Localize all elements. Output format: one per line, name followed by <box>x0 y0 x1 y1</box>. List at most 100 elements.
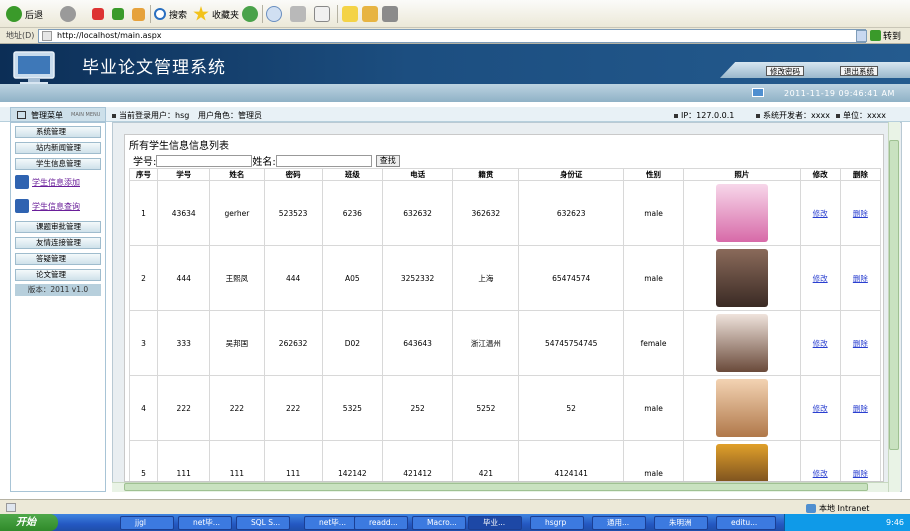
edit-link[interactable]: 修改 <box>813 209 828 218</box>
edit-page-icon <box>314 6 330 22</box>
mail-button[interactable] <box>266 5 282 23</box>
col-edit: 修改 <box>799 168 841 181</box>
cell-phone: 643643 <box>381 310 454 376</box>
cell-no: 111 <box>157 440 211 481</box>
current-user: 当前登录用户：hsg <box>112 110 189 121</box>
sidebar-item-links[interactable]: 友情连接管理 <box>15 237 101 249</box>
vertical-scroll-thumb[interactable] <box>889 140 899 450</box>
page-icon <box>42 31 52 41</box>
cell-id: 54745754745 <box>518 310 624 376</box>
forward-arrow-icon <box>60 6 76 22</box>
sidebar-link-add-student[interactable]: 学生信息添加 <box>15 174 80 190</box>
go-button[interactable]: 转到 <box>870 29 901 42</box>
taskbar-button[interactable]: 毕业... <box>468 516 522 530</box>
cell-pwd: 262632 <box>263 310 323 376</box>
taskbar-button[interactable]: 通用... <box>592 516 646 530</box>
start-button[interactable]: 开始 <box>0 514 58 531</box>
cell-pwd: 523523 <box>263 180 323 246</box>
sidebar-item-qa[interactable]: 答疑管理 <box>15 253 101 265</box>
cell-phone: 421412 <box>381 440 454 481</box>
taskbar-button[interactable]: Macro... <box>412 516 466 530</box>
content-frame: 所有学生信息信息列表 学号: 姓名: 查找 序号 学号 姓名 密码 班级 电话 … <box>124 134 884 482</box>
taskbar-button[interactable]: hsgrp <box>530 516 584 530</box>
taskbar-button[interactable]: 朱明洲 <box>654 516 708 530</box>
note-icon <box>342 6 358 22</box>
edit-link[interactable]: 修改 <box>813 274 828 283</box>
edit-link[interactable]: 修改 <box>813 469 828 478</box>
header-info-bar <box>0 84 910 102</box>
sidebar-item-system[interactable]: 系统管理 <box>15 126 101 138</box>
edit-link[interactable]: 修改 <box>813 339 828 348</box>
taskbar-button[interactable]: readd... <box>354 516 408 530</box>
delete-link[interactable]: 删除 <box>853 404 868 413</box>
cell-id: 65474574 <box>518 245 624 311</box>
delete-link[interactable]: 删除 <box>853 469 868 478</box>
forward-button[interactable] <box>60 5 76 23</box>
back-button[interactable]: 后退 <box>6 5 43 23</box>
calendar-icon <box>752 88 764 97</box>
sidebar-item-topic-approval[interactable]: 课题审批管理 <box>15 221 101 233</box>
search-button[interactable]: 查找 <box>375 154 400 167</box>
header-button-bar <box>720 62 910 78</box>
edit-link[interactable]: 修改 <box>813 404 828 413</box>
cell-id: 4124141 <box>518 440 624 481</box>
col-class: 班级 <box>321 168 383 181</box>
note-button[interactable] <box>342 5 358 23</box>
delete-link[interactable]: 删除 <box>853 339 868 348</box>
user-search-icon <box>15 199 29 213</box>
sidebar-item-news[interactable]: 站内新闻管理 <box>15 142 101 154</box>
cell-edit: 修改 <box>799 245 841 311</box>
sidebar-item-papers[interactable]: 论文管理 <box>15 269 101 281</box>
edit-button[interactable] <box>314 5 330 23</box>
student-no-label: 学号: <box>133 157 157 168</box>
cell-photo <box>683 180 801 246</box>
student-table: 序号 学号 姓名 密码 班级 电话 籍贯 身份证 性别 照片 修改 删除 1 43… <box>128 168 882 481</box>
page-status-icon <box>6 503 16 512</box>
cell-phone: 3252332 <box>381 245 454 311</box>
student-no-input[interactable] <box>156 154 253 167</box>
cell-sex: female <box>622 310 685 376</box>
taskbar-button[interactable]: jjgl <box>120 516 174 530</box>
horizontal-scroll-thumb[interactable] <box>124 483 868 491</box>
taskbar-button[interactable]: SQL S... <box>236 516 290 530</box>
print-button[interactable] <box>290 5 306 23</box>
sidebar-link-query-student[interactable]: 学生信息查询 <box>15 198 80 214</box>
home-button[interactable] <box>132 5 145 23</box>
messenger-button[interactable] <box>382 5 398 23</box>
status-bar: 本地 Intranet <box>0 499 910 514</box>
cell-cls: D02 <box>321 310 383 376</box>
delete-link[interactable]: 删除 <box>853 274 868 283</box>
search-button[interactable]: 搜索 <box>154 5 187 23</box>
cell-origin: 上海 <box>452 245 520 311</box>
student-name-input[interactable] <box>275 154 372 167</box>
intranet-icon <box>806 504 816 513</box>
mail-icon <box>266 6 282 22</box>
cell-delete: 删除 <box>839 375 882 441</box>
stop-button[interactable] <box>92 5 104 23</box>
history-button[interactable] <box>242 5 258 23</box>
datetime: 2011-11-19 09:46:41 AM <box>784 89 895 98</box>
favorites-button[interactable]: 收藏夹 <box>193 5 239 23</box>
cell-sex: male <box>622 180 685 246</box>
table-row: 4 222 222 222 5325 252 5252 52 male 修改 删除 <box>128 375 882 441</box>
col-password: 密码 <box>263 168 323 181</box>
student-photo <box>715 444 768 481</box>
developer: 系统开发者：xxxx <box>756 110 830 121</box>
student-name-label: 姓名: <box>252 157 276 168</box>
messenger-icon <box>382 6 398 22</box>
logout-button[interactable]: 退出系统 <box>840 66 878 76</box>
folder-button[interactable] <box>362 5 378 23</box>
taskbar-button[interactable]: net毕... <box>304 516 358 530</box>
refresh-button[interactable] <box>112 5 124 23</box>
chevron-down-icon[interactable] <box>856 30 867 42</box>
user-add-icon <box>15 175 29 189</box>
taskbar-button[interactable]: net毕... <box>178 516 232 530</box>
delete-link[interactable]: 删除 <box>853 209 868 218</box>
cell-no: 444 <box>157 245 211 311</box>
col-origin: 籍贯 <box>452 168 520 181</box>
url-input[interactable]: http://localhost/main.aspx <box>38 29 866 43</box>
sidebar-item-student-info[interactable]: 学生信息管理 <box>15 158 101 170</box>
change-password-button[interactable]: 修改密码 <box>766 66 804 76</box>
taskbar-button[interactable]: editu... <box>716 516 776 530</box>
unit: 单位：xxxx <box>836 110 886 121</box>
